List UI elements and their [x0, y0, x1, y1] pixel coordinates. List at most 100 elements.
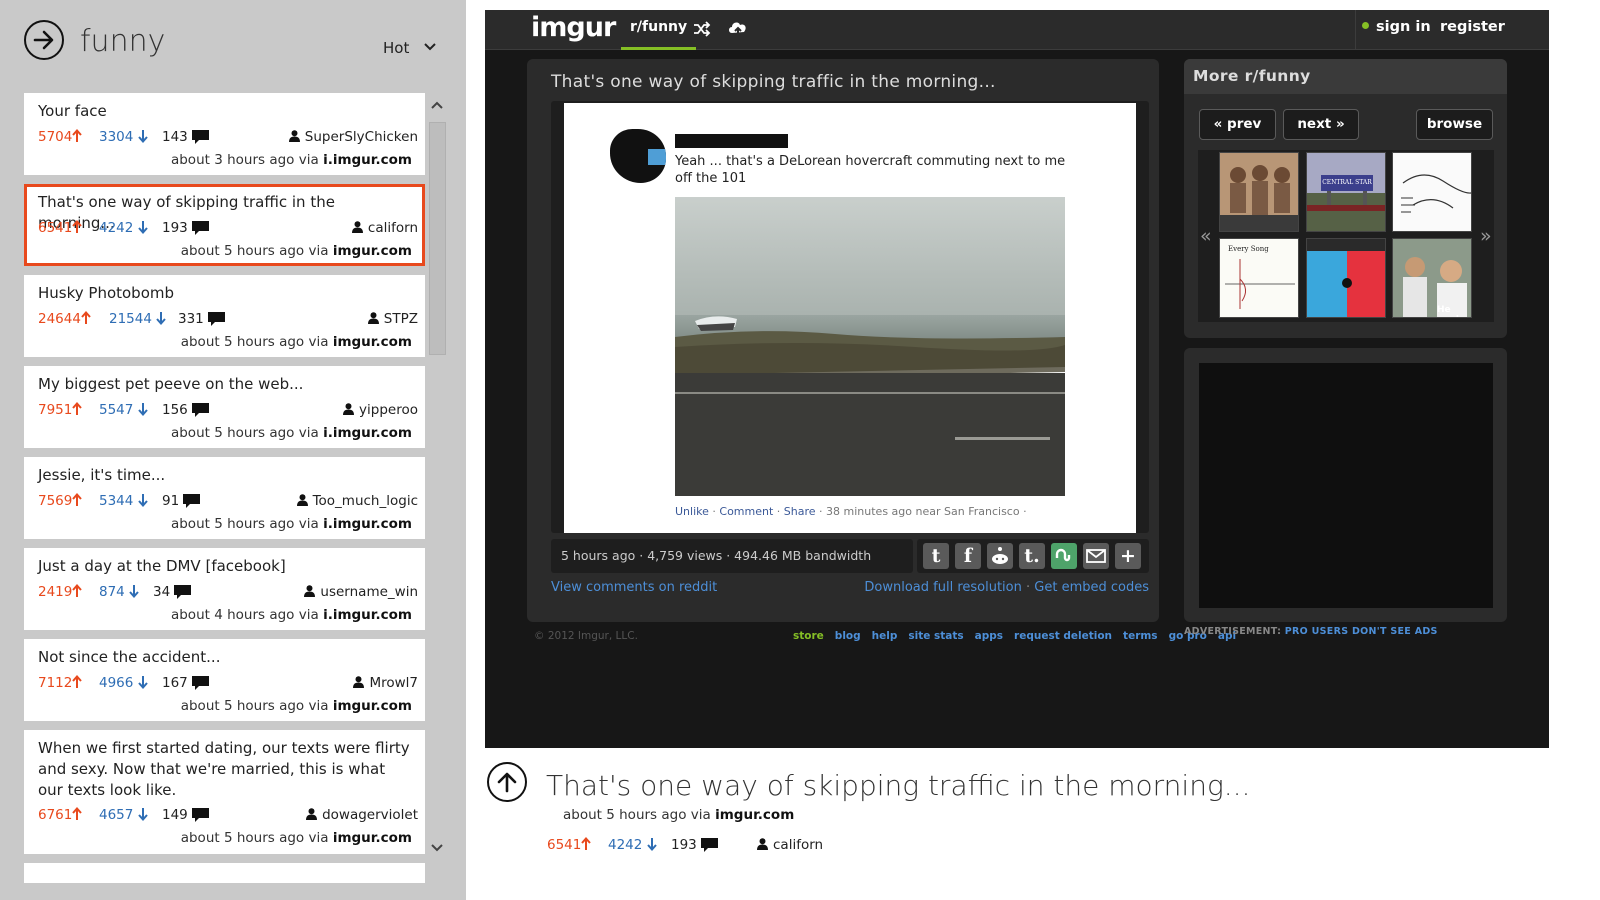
arrow-right-icon [33, 30, 54, 50]
thumbnail[interactable] [1306, 238, 1386, 318]
embed-codes-link[interactable]: Get embed codes [1034, 580, 1149, 595]
post-via: via [298, 425, 319, 441]
gallery-next-arrow[interactable]: » [1480, 225, 1492, 247]
downvote-count: 4966 [99, 675, 148, 691]
prev-button[interactable]: « prev [1199, 109, 1276, 140]
next-button[interactable]: next » [1283, 109, 1359, 140]
footer-link-help[interactable]: help [872, 630, 898, 642]
chevron-down-icon[interactable] [424, 41, 436, 53]
post-source[interactable]: imgur.com [333, 243, 412, 259]
post-card[interactable] [24, 863, 425, 883]
tumblr-icon[interactable]: t. [1019, 543, 1045, 569]
gallery-prev-arrow[interactable]: « [1200, 225, 1212, 247]
back-button[interactable] [24, 20, 64, 60]
download-full-link[interactable]: Download full resolution [864, 580, 1021, 595]
post-card[interactable]: My biggest pet peeve on the web... 7951 55… [24, 366, 425, 448]
downvote-arrow-icon [137, 130, 148, 143]
plus-icon[interactable]: + [1115, 543, 1141, 569]
image-frame[interactable]: Yeah ... that's a DeLorean hovercraft co… [551, 101, 1149, 533]
detail-user[interactable]: californ [757, 837, 823, 853]
post-user[interactable]: STPZ [367, 311, 418, 327]
post-stats: 2419 874 34 username_win [38, 584, 418, 604]
footer-link-terms[interactable]: terms [1123, 630, 1158, 642]
upvote-count-value: 6541 [38, 220, 73, 236]
upvote-count: 5704 [38, 129, 83, 145]
post-source[interactable]: imgur.com [333, 334, 412, 350]
post-user[interactable]: Mrowl7 [353, 675, 418, 691]
footer-link-request-deletion[interactable]: request deletion [1014, 630, 1112, 642]
twitter-icon[interactable]: t [923, 543, 949, 569]
pro-users-link[interactable]: PRO USERS DON'T SEE ADS [1285, 626, 1438, 637]
post-image[interactable]: Yeah ... that's a DeLorean hovercraft co… [564, 103, 1136, 533]
stumbleupon-icon[interactable] [1051, 543, 1077, 569]
scrollbar-thumb[interactable] [429, 122, 446, 355]
upvote-count-value: 5704 [38, 129, 73, 145]
chevron-up-icon[interactable] [431, 100, 443, 110]
post-card[interactable]: Husky Photobomb 24644 21544 331 STPZ about … [24, 275, 425, 357]
post-source[interactable]: i.imgur.com [323, 425, 412, 441]
view-comments-link[interactable]: View comments on reddit [551, 580, 717, 595]
footer-link-site-stats[interactable]: site stats [908, 630, 963, 642]
post-source[interactable]: i.imgur.com [323, 516, 412, 532]
footer-link-apps[interactable]: apps [975, 630, 1003, 642]
unlike-link[interactable]: Unlike [675, 505, 709, 518]
facebook-icon[interactable]: f [955, 543, 981, 569]
browse-button[interactable]: browse [1416, 109, 1493, 140]
user-icon [757, 838, 768, 850]
comment-count: 193 [671, 837, 719, 853]
tab-r-funny[interactable]: r/funny [621, 10, 697, 50]
ad-note: ADVERTISEMENT: PRO USERS DON'T SEE ADS [1184, 626, 1438, 637]
comment-link[interactable]: Comment [719, 505, 773, 518]
upvote-button[interactable] [487, 762, 527, 802]
post-user[interactable]: SuperSlyChicken [288, 129, 418, 145]
thumbnail[interactable]: CENTRAL STAR [1306, 152, 1386, 232]
sign-in-link[interactable]: sign in [1355, 10, 1431, 50]
downvote-count-value: 4242 [608, 837, 643, 853]
footer-link-store[interactable]: store [793, 630, 824, 642]
post-via: via [298, 607, 319, 623]
post-user[interactable]: yipperoo [343, 402, 418, 418]
thumbnail[interactable] [1392, 152, 1472, 232]
footer-link-blog[interactable]: blog [835, 630, 861, 642]
post-card[interactable]: When we first started dating, our texts … [24, 730, 425, 854]
thumbnail[interactable]: He mad [1392, 238, 1472, 318]
ad-slot[interactable] [1199, 363, 1493, 608]
sort-dropdown[interactable]: Hot [383, 39, 409, 57]
post-meta: about 5 hours ago via imgur.com [181, 243, 412, 259]
detail-time: about 5 hours ago [563, 807, 687, 823]
post-card[interactable]: Just a day at the DMV [facebook] 2419 874 … [24, 548, 425, 630]
upload-cloud-icon[interactable] [727, 18, 749, 38]
post-username: Too_much_logic [312, 493, 418, 509]
upvote-count: 7112 [38, 675, 83, 691]
comment-count: 156 [162, 402, 210, 418]
post-stats: 24644 21544 331 STPZ [38, 311, 418, 331]
shuffle-icon[interactable] [693, 21, 711, 37]
post-source[interactable]: i.imgur.com [323, 607, 412, 623]
chevron-down-icon[interactable] [431, 843, 443, 853]
thumbnail[interactable] [1219, 152, 1299, 232]
reddit-icon[interactable] [987, 543, 1013, 569]
post-card[interactable]: Jessie, it's time... 7569 5344 91 Too_much… [24, 457, 425, 539]
upvote-count-value: 6761 [38, 807, 73, 823]
post-source[interactable]: imgur.com [333, 830, 412, 846]
post-user[interactable]: Too_much_logic [296, 493, 418, 509]
post-user[interactable]: username_win [304, 584, 418, 600]
register-link[interactable]: register [1440, 19, 1505, 35]
detail-source[interactable]: imgur.com [715, 807, 794, 823]
post-card[interactable]: That's one way of skipping traffic in th… [24, 184, 425, 266]
post-user[interactable]: californ [351, 220, 418, 236]
post-user[interactable]: dowagerviolet [306, 807, 418, 823]
post-card[interactable]: Your face 5704 3304 143 SuperSlyChicken abo… [24, 93, 425, 175]
user-icon [306, 808, 318, 820]
post-card[interactable]: Not since the accident... 7112 4966 167 Mr… [24, 639, 425, 721]
thumbnail[interactable]: Every Song [1219, 238, 1299, 318]
share-link[interactable]: Share [784, 505, 816, 518]
email-icon[interactable] [1083, 543, 1109, 569]
downvote-arrow-icon [137, 494, 148, 507]
post-source[interactable]: imgur.com [333, 698, 412, 714]
post-title: Just a day at the DMV [facebook] [38, 557, 286, 575]
imgur-logo[interactable]: imgur [531, 12, 616, 43]
post-username: dowagerviolet [322, 807, 418, 823]
comment-icon [192, 808, 210, 822]
post-source[interactable]: i.imgur.com [323, 152, 412, 168]
